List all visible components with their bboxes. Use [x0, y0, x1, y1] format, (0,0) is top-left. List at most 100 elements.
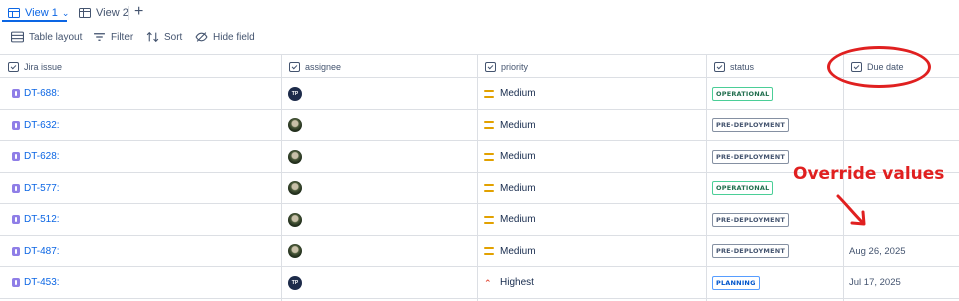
issue-link[interactable]: DT-512:: [12, 204, 60, 235]
subtask-icon: [12, 278, 20, 287]
status-cell[interactable]: PLANNING: [712, 267, 760, 298]
assignee-cell[interactable]: [288, 236, 302, 267]
subtask-icon: [12, 246, 20, 256]
issue-key: DT-577:: [24, 182, 60, 194]
issue-key: DT-632:: [24, 119, 60, 131]
table-layout-button[interactable]: Table layout: [11, 27, 82, 47]
issue-link[interactable]: DT-487:: [12, 236, 60, 267]
priority-medium-icon: [484, 215, 494, 224]
filter-button[interactable]: Filter: [93, 27, 133, 47]
annotation-label: Override values: [793, 164, 945, 184]
subtask-icon: [12, 183, 20, 193]
tab-view-2-label: View 2: [96, 7, 129, 19]
assignee-cell[interactable]: [288, 173, 302, 204]
issue-link[interactable]: DT-453:: [12, 267, 60, 298]
tab-view-2[interactable]: View 2: [79, 3, 129, 23]
subtask-icon: [12, 152, 20, 161]
table-row[interactable]: DT-632: Medium PRE-DEPLOYMENT: [0, 110, 959, 141]
priority-cell[interactable]: ⌃ Highest: [484, 267, 534, 298]
add-view-icon[interactable]: +: [134, 2, 143, 22]
table-view-icon: [8, 8, 20, 18]
issue-link[interactable]: DT-632:: [12, 110, 60, 141]
column-header-label: Jira issue: [24, 61, 63, 72]
column-type-icon: [289, 61, 300, 72]
priority-label: Medium: [500, 245, 536, 257]
filter-label: Filter: [111, 31, 134, 43]
table-header: Jira issue assignee priority status Due …: [0, 54, 959, 78]
avatar[interactable]: [288, 244, 302, 258]
status-cell[interactable]: PRE-DEPLOYMENT: [712, 236, 789, 267]
assignee-cell[interactable]: TP: [288, 78, 302, 109]
column-header-priority[interactable]: priority: [477, 55, 706, 78]
table-layout-icon: [11, 31, 24, 43]
filter-icon: [94, 33, 105, 41]
sort-label: Sort: [164, 31, 183, 43]
priority-cell[interactable]: Medium: [484, 236, 536, 267]
issue-key: DT-453:: [24, 277, 60, 288]
table-row[interactable]: DT-487: Medium PRE-DEPLOYMENT Aug 26, 20…: [0, 236, 959, 267]
avatar[interactable]: [288, 212, 302, 227]
issue-link[interactable]: DT-688:: [12, 78, 60, 109]
status-badge: PRE-DEPLOYMENT: [712, 244, 789, 258]
status-cell[interactable]: OPERATIONAL: [712, 78, 774, 109]
status-cell[interactable]: PRE-DEPLOYMENT: [712, 141, 789, 172]
priority-cell[interactable]: Medium: [484, 173, 536, 204]
tab-divider: [128, 6, 129, 20]
column-type-icon: [485, 61, 496, 72]
status-cell[interactable]: OPERATIONAL: [712, 173, 774, 204]
due-date-cell[interactable]: Jul 17, 2025: [849, 267, 901, 298]
issue-key: DT-628:: [24, 151, 60, 162]
status-cell[interactable]: PRE-DEPLOYMENT: [712, 204, 789, 235]
avatar[interactable]: [288, 181, 302, 195]
status-badge: OPERATIONAL: [712, 181, 774, 195]
priority-medium-icon: [484, 247, 494, 255]
issue-link[interactable]: DT-628:: [12, 141, 60, 172]
issue-key: DT-512:: [24, 214, 60, 225]
priority-label: Medium: [500, 214, 536, 225]
avatar[interactable]: TP: [288, 86, 302, 101]
avatar[interactable]: TP: [288, 275, 302, 290]
issue-key: DT-487:: [24, 245, 60, 257]
assignee-cell[interactable]: [288, 141, 302, 172]
eye-off-icon: [195, 32, 208, 42]
avatar[interactable]: [288, 149, 302, 164]
column-header-issue[interactable]: Jira issue: [0, 55, 281, 78]
column-header-assignee[interactable]: assignee: [281, 55, 477, 78]
status-badge: PRE-DEPLOYMENT: [712, 149, 789, 164]
column-header-status[interactable]: status: [706, 55, 843, 78]
issue-key: DT-688:: [24, 88, 60, 99]
priority-label: Medium: [500, 151, 536, 162]
priority-cell[interactable]: Medium: [484, 204, 536, 235]
assignee-cell[interactable]: [288, 110, 302, 141]
table-layout-label: Table layout: [29, 31, 83, 43]
priority-cell[interactable]: Medium: [484, 110, 536, 141]
tab-view-1-label: View 1: [25, 7, 58, 19]
issue-link[interactable]: DT-577:: [12, 173, 60, 204]
table-row[interactable]: DT-512: Medium PRE-DEPLOYMENT: [0, 204, 959, 236]
priority-cell[interactable]: Medium: [484, 78, 536, 109]
hide-field-button[interactable]: Hide field: [195, 27, 255, 47]
priority-medium-icon: [484, 152, 494, 161]
priority-medium-icon: [484, 121, 494, 129]
table-toolbar: Table layout Filter Sort Hide field: [0, 27, 959, 47]
column-header-label: status: [730, 61, 755, 72]
column-header-label: priority: [501, 61, 529, 72]
status-badge: PLANNING: [712, 275, 760, 290]
sort-icon: [146, 31, 159, 43]
table-row[interactable]: DT-453: TP ⌃ Highest PLANNING Jul 17, 202…: [0, 267, 959, 299]
priority-cell[interactable]: Medium: [484, 141, 536, 172]
priority-highest-icon: ⌃: [484, 277, 492, 288]
assignee-cell[interactable]: [288, 204, 302, 235]
priority-label: Medium: [500, 119, 536, 131]
avatar[interactable]: [288, 118, 302, 132]
column-header-label: assignee: [305, 61, 342, 72]
hide-field-label: Hide field: [213, 31, 255, 43]
chevron-down-icon[interactable]: ⌄: [62, 8, 70, 19]
status-badge: PRE-DEPLOYMENT: [712, 118, 789, 132]
table-row[interactable]: DT-688: TP Medium OPERATIONAL: [0, 78, 959, 110]
status-badge: OPERATIONAL: [712, 86, 774, 101]
due-date-cell[interactable]: Aug 26, 2025: [849, 236, 906, 267]
sort-button[interactable]: Sort: [146, 27, 182, 47]
assignee-cell[interactable]: TP: [288, 267, 302, 298]
status-cell[interactable]: PRE-DEPLOYMENT: [712, 110, 789, 141]
